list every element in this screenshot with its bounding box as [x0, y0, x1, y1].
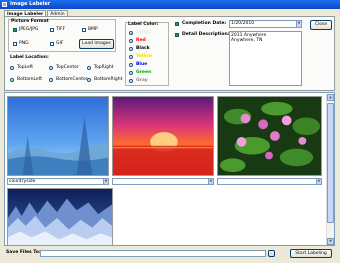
image-thumbnail[interactable]: [217, 96, 322, 176]
tiff-label: TIFF: [56, 27, 66, 32]
save-path-input[interactable]: [40, 250, 266, 257]
caption-value: countryside: [9, 179, 36, 184]
chevron-down-icon[interactable]: ▼: [208, 179, 213, 184]
gray-label: Gray: [136, 78, 148, 83]
close-button[interactable]: Close: [310, 20, 332, 30]
gif-checkbox[interactable]: [50, 42, 54, 46]
chevron-down-icon[interactable]: ▼: [103, 179, 108, 184]
detail-line: Anywhere, TN: [231, 38, 263, 43]
topright-radio[interactable]: [87, 66, 91, 70]
bottomright-radio[interactable]: [87, 78, 91, 82]
chevron-down-icon[interactable]: ▼: [316, 179, 321, 184]
png-checkbox[interactable]: [13, 42, 17, 46]
topleft-radio[interactable]: [10, 66, 14, 70]
scroll-down-button[interactable]: ▼: [327, 238, 334, 245]
caption-dropdown[interactable]: ▼: [217, 178, 322, 185]
browse-button[interactable]: ...: [268, 250, 275, 257]
image-gallery: countryside ▼ ▼ ▼ ▲ ▼: [4, 92, 335, 246]
topcenter-radio[interactable]: [49, 66, 53, 70]
bottomcenter-radio[interactable]: [49, 78, 53, 82]
green-radio[interactable]: [129, 71, 133, 75]
bottomcenter-label: BottomCenter: [56, 77, 88, 82]
load-images-button[interactable]: Load Images: [79, 39, 114, 49]
gif-label: GIF: [56, 41, 64, 46]
footer-bar: Save Files To: ... Start Labeling: [0, 246, 340, 263]
topleft-label: TopLeft: [17, 65, 34, 70]
completion-date-picker[interactable]: 1/20/2010 ▼: [229, 20, 302, 28]
bottomleft-radio[interactable]: [10, 78, 14, 82]
yellow-radio[interactable]: [129, 55, 133, 59]
image-thumbnail[interactable]: [112, 96, 214, 176]
tiff-checkbox[interactable]: [50, 28, 54, 32]
gallery-scrollbar[interactable]: ▲ ▼: [326, 94, 334, 245]
bmp-checkbox[interactable]: [82, 28, 86, 32]
save-files-label: Save Files To:: [6, 250, 41, 255]
image-thumbnail[interactable]: [7, 96, 109, 176]
completion-date-label: Completion Date:: [182, 21, 227, 26]
scroll-up-button[interactable]: ▲: [327, 94, 334, 101]
white-label: White: [136, 30, 151, 35]
label-color-group: Label Color: White Red Black Yellow Blue…: [125, 22, 169, 86]
green-label: Green: [136, 70, 152, 75]
chevron-down-icon[interactable]: ▼: [296, 21, 301, 27]
label-location-title: Label Location:: [10, 55, 49, 60]
start-labeling-button[interactable]: Start Labeling: [290, 249, 332, 258]
gray-radio[interactable]: [129, 79, 133, 83]
detail-description-checkbox[interactable]: [175, 33, 179, 37]
blue-label: Blue: [136, 62, 148, 67]
detail-description-textarea[interactable]: 2011 Anywhere Anywhere, TN: [229, 31, 302, 86]
black-label: Black: [136, 46, 150, 51]
caption-dropdown[interactable]: countryside ▼: [7, 178, 109, 185]
black-radio[interactable]: [129, 47, 133, 51]
picture-format-title: Picture Format: [11, 19, 49, 24]
picture-format-group: Picture Format JPEG/JPG TIFF BMP PNG GIF…: [8, 19, 116, 52]
app-icon: [2, 2, 7, 7]
scroll-thumb[interactable]: [327, 103, 334, 223]
window-title: Image Labeler: [10, 1, 51, 7]
bottomleft-label: BottomLeft: [17, 77, 42, 82]
red-label: Red: [136, 38, 146, 43]
bmp-label: BMP: [88, 27, 98, 32]
topright-label: TopRight: [94, 65, 114, 70]
caption-dropdown[interactable]: ▼: [112, 178, 214, 185]
topcenter-label: TopCenter: [56, 65, 79, 70]
detail-description-label: Detail Description:: [182, 32, 230, 37]
blue-radio[interactable]: [129, 63, 133, 67]
settings-panel: Picture Format JPEG/JPG TIFF BMP PNG GIF…: [4, 16, 335, 91]
image-thumbnail[interactable]: [7, 188, 113, 246]
bottomright-label: BottomRight: [94, 77, 123, 82]
jpeg-label: JPEG/JPG: [19, 27, 39, 32]
jpeg-checkbox[interactable]: [13, 28, 17, 32]
completion-date-checkbox[interactable]: [175, 22, 179, 26]
png-label: PNG: [19, 41, 29, 46]
title-bar: Image Labeler: [0, 0, 340, 9]
label-color-title: Label Color:: [128, 22, 159, 27]
white-radio[interactable]: [129, 31, 133, 35]
red-radio[interactable]: [129, 39, 133, 43]
yellow-label: Yellow: [136, 54, 153, 59]
completion-date-value: 1/20/2010: [231, 21, 255, 26]
